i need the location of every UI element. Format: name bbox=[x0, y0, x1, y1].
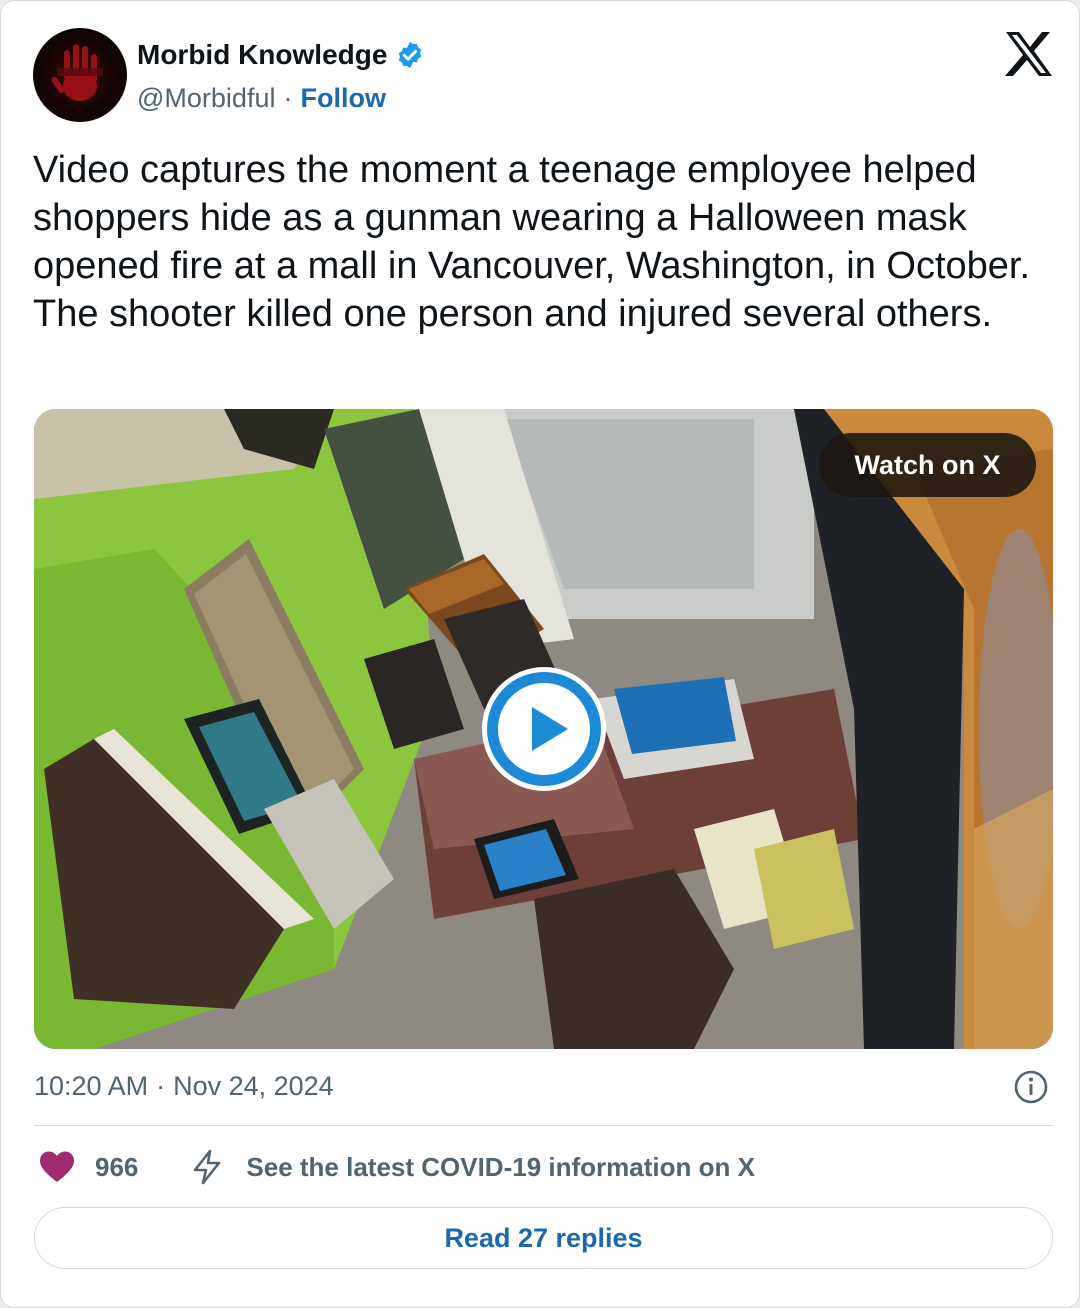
covid-info-link[interactable]: See the latest COVID-19 information on X bbox=[246, 1152, 755, 1183]
author-handle[interactable]: @Morbidful bbox=[137, 83, 275, 114]
separator-dot: · bbox=[156, 1070, 166, 1101]
verified-badge-icon bbox=[399, 41, 422, 69]
heart-icon[interactable] bbox=[39, 1150, 75, 1184]
lightning-bolt-icon bbox=[194, 1149, 221, 1185]
divider bbox=[34, 1125, 1053, 1126]
tweet-timestamp[interactable]: 10:20 AM · Nov 24, 2024 bbox=[34, 1069, 334, 1103]
embedded-tweet-card: Morbid Knowledge @Morbidful · Follow Vid… bbox=[0, 0, 1080, 1308]
play-icon[interactable] bbox=[478, 663, 610, 795]
watch-on-x-button[interactable]: Watch on X bbox=[819, 433, 1036, 497]
x-logo-icon[interactable] bbox=[1004, 31, 1054, 77]
tweet-date: Nov 24, 2024 bbox=[173, 1070, 334, 1101]
read-replies-button[interactable]: Read 27 replies bbox=[34, 1207, 1053, 1269]
follow-link[interactable]: Follow bbox=[300, 83, 385, 114]
separator-dot: · bbox=[283, 82, 293, 113]
red-handprint-avatar-icon bbox=[51, 44, 103, 101]
info-icon[interactable] bbox=[1013, 1069, 1049, 1105]
avatar[interactable] bbox=[33, 28, 127, 122]
tweet-time: 10:20 AM bbox=[34, 1070, 149, 1101]
like-count[interactable]: 966 bbox=[95, 1152, 138, 1183]
tweet-text: Video captures the moment a teenage empl… bbox=[33, 149, 1031, 335]
tweet-actions: 966 See the latest COVID-19 information … bbox=[39, 1147, 755, 1187]
author-name[interactable]: Morbid Knowledge bbox=[137, 39, 387, 71]
